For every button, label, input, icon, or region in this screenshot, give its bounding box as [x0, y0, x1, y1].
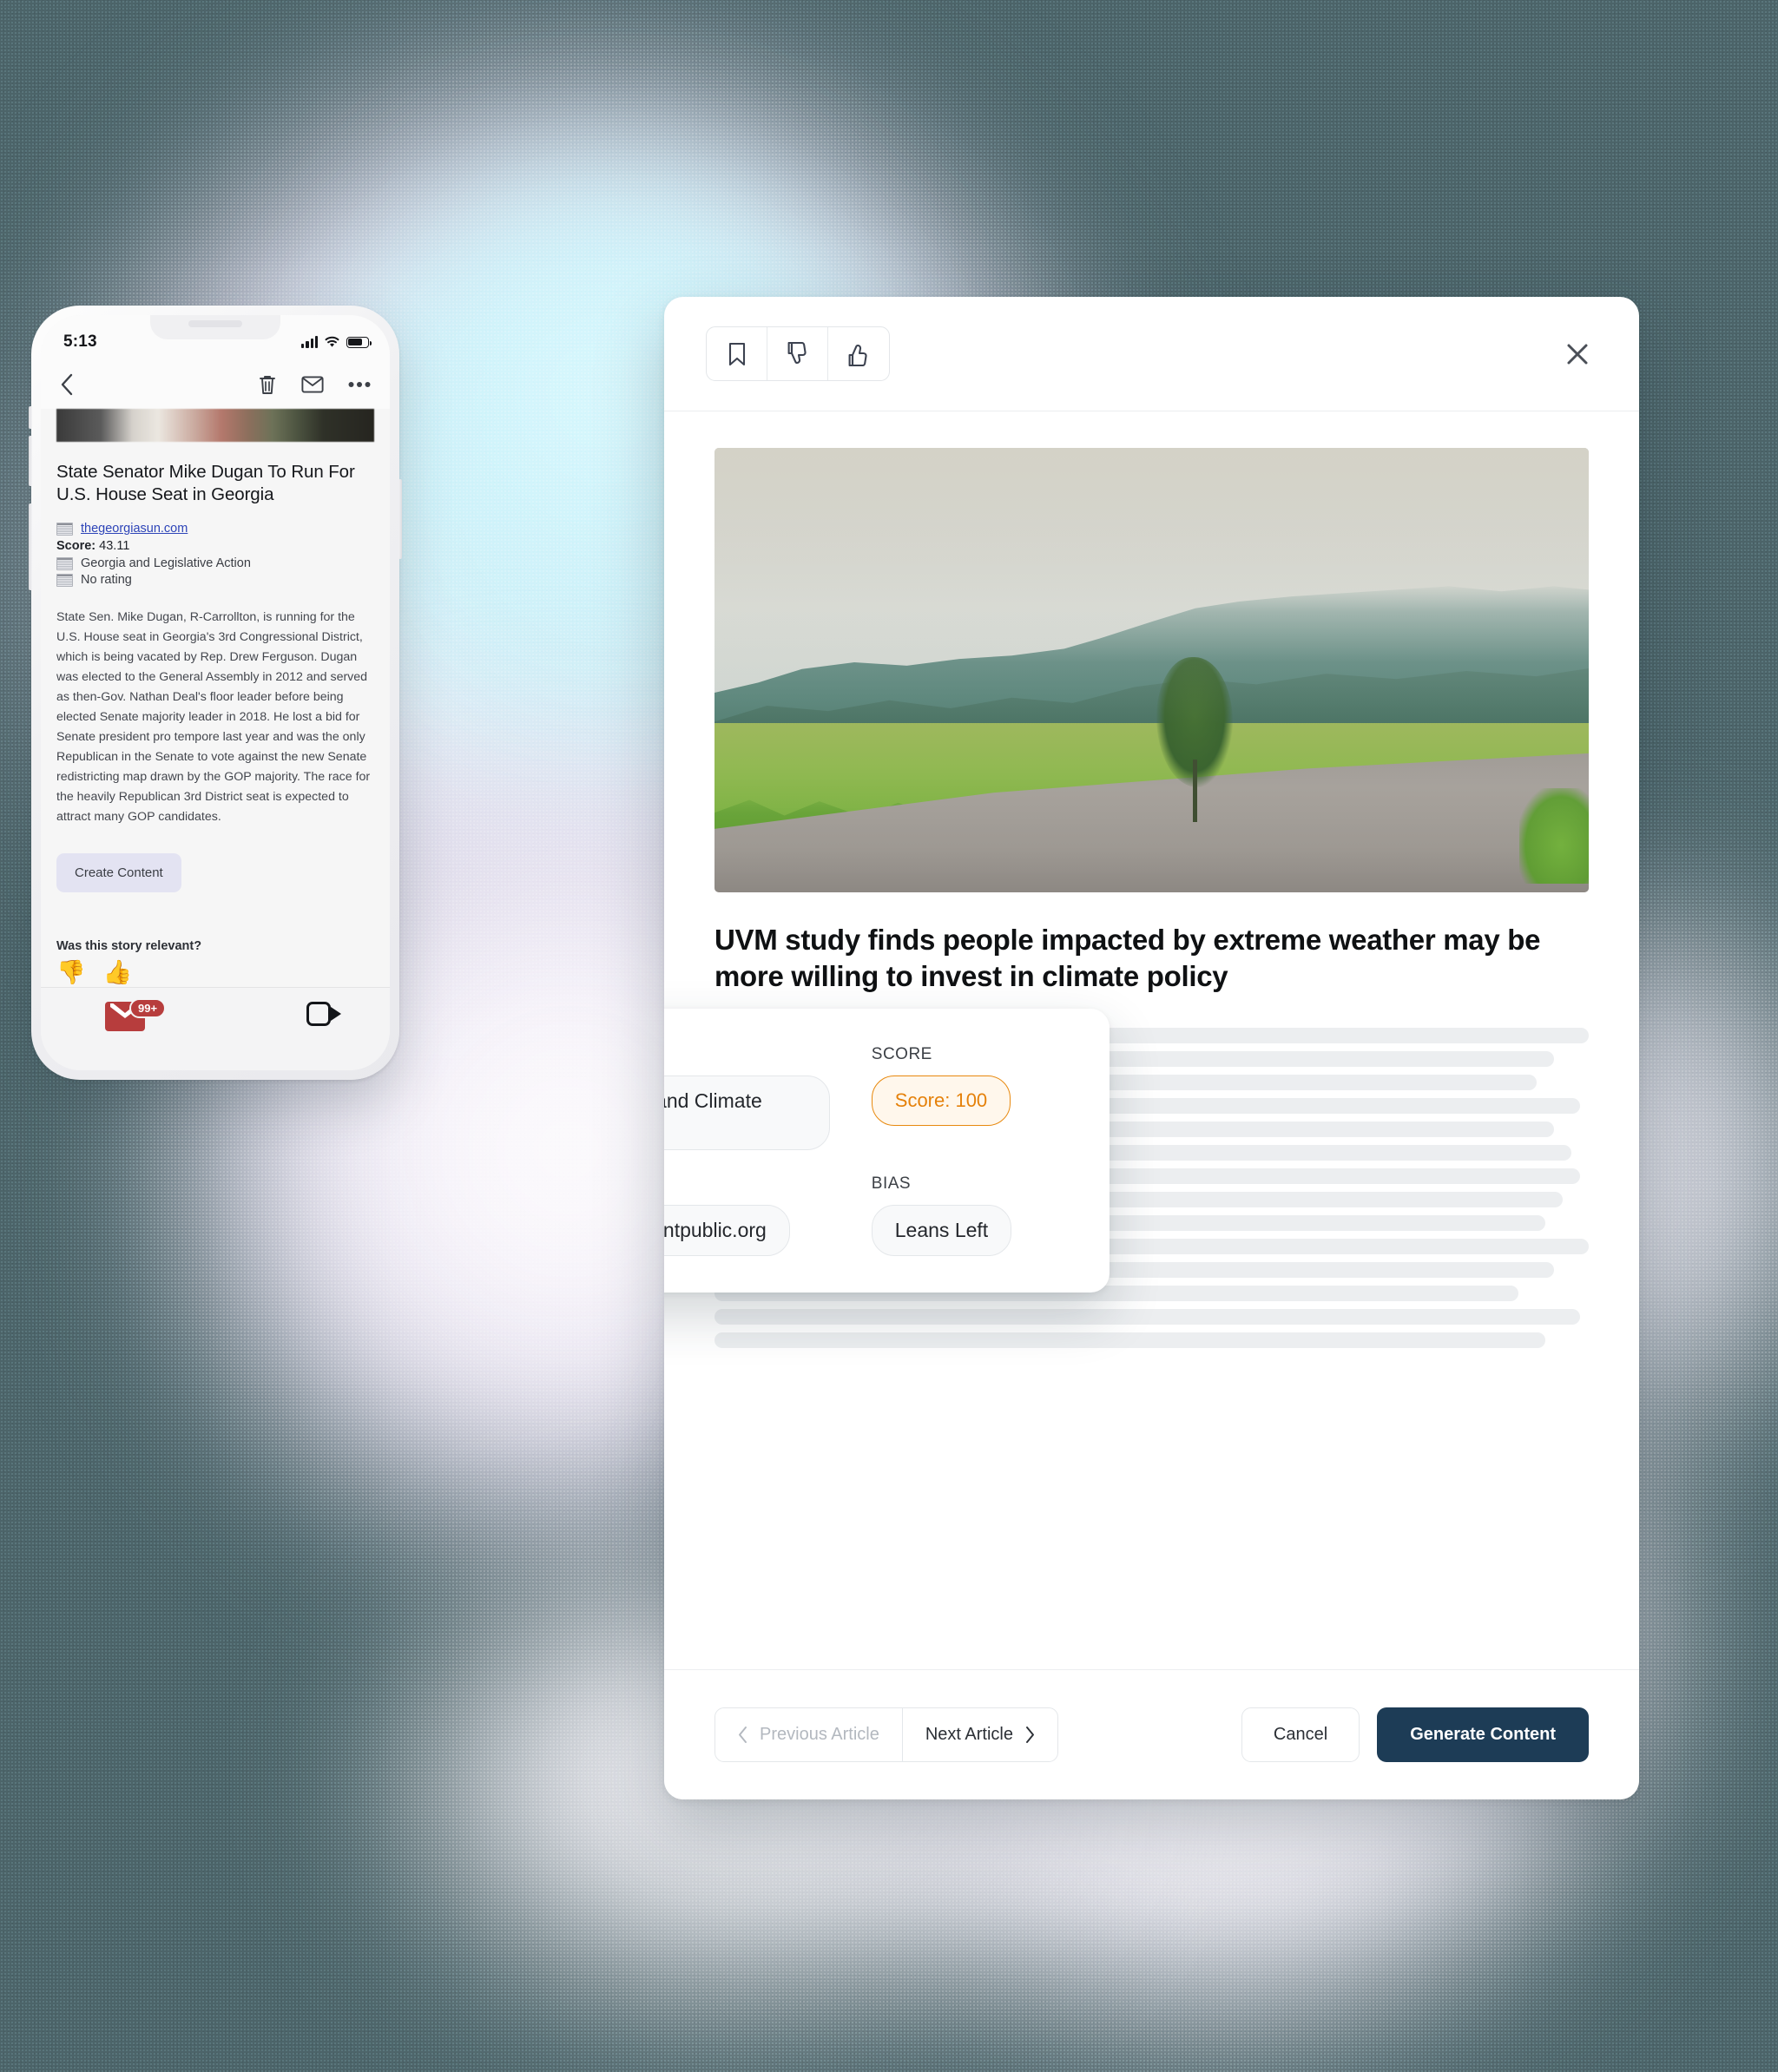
favicon-icon [56, 522, 73, 536]
bias-value: Leans Left [894, 1219, 989, 1241]
bookmark-button[interactable] [707, 327, 767, 380]
close-button[interactable] [1557, 334, 1597, 374]
website-field: WEBSITE vermontpublic.org [664, 1174, 830, 1256]
battery-icon [346, 336, 372, 348]
phone-nav-bar [41, 360, 390, 409]
score-label: SCORE [871, 1045, 932, 1063]
chevron-left-icon[interactable] [60, 373, 74, 396]
score-label: Score: [56, 539, 96, 554]
hero-photo [714, 448, 1589, 892]
thumbs-down-icon [787, 341, 807, 364]
cellular-bars-icon [301, 336, 318, 348]
previous-article-button[interactable]: Previous Article [715, 1708, 903, 1761]
favicon-icon [56, 573, 73, 587]
phone-article-body: State Sen. Mike Dugan, R-Carrollton, is … [56, 610, 371, 825]
generate-content-button[interactable]: Generate Content [1377, 1707, 1589, 1762]
campaign-field: CAMPAIGN Vermont and Climate Change [664, 1045, 830, 1150]
campaign-label: CAMPAIGN [664, 1045, 830, 1064]
article-hero-image [56, 409, 374, 442]
thumbs-down-button[interactable] [767, 327, 828, 380]
phone-speaker [188, 320, 242, 327]
video-camera-icon[interactable] [306, 1002, 341, 1026]
phone-tab-bar: 99+ [41, 987, 390, 1070]
campaign-pill[interactable]: Vermont and Climate Change [664, 1075, 830, 1150]
bias-pill[interactable]: Leans Left [871, 1205, 1012, 1256]
thumbs-up-icon [848, 344, 867, 366]
create-content-button[interactable]: Create Content [56, 853, 181, 893]
trash-icon[interactable] [258, 374, 277, 396]
close-icon [1567, 344, 1588, 364]
score-field: SCORE Score: 100 [871, 1045, 1071, 1150]
score-value: 43.11 [99, 539, 130, 554]
relevance-question: Was this story relevant? [56, 939, 202, 954]
wifi-icon [325, 336, 339, 347]
previous-article-label: Previous Article [760, 1725, 879, 1744]
envelope-icon[interactable] [301, 375, 324, 394]
chevron-right-icon [1026, 1727, 1034, 1743]
modal-header [664, 297, 1639, 411]
modal-footer: Previous Article Next Article Cancel Gen… [664, 1669, 1639, 1799]
envelope-icon[interactable]: 99+ [105, 998, 167, 1031]
campaign-value: Georgia and Legislative Action [81, 556, 251, 571]
source-link[interactable]: thegeorgiasun.com [81, 522, 188, 536]
modal-body: UVM study finds people impacted by extre… [664, 411, 1639, 1669]
rating-row: No rating [56, 573, 374, 587]
thumbs-up-button[interactable] [828, 327, 889, 380]
bookmark-icon [728, 342, 745, 365]
article-actions-group [706, 326, 890, 381]
thumbs-up-icon[interactable]: 👍 [103, 961, 133, 984]
phone-mockup: 5:13 State Senator Mike Dugan To Run For… [29, 306, 402, 1080]
ellipsis-icon[interactable] [348, 381, 371, 388]
phone-silent-switch [29, 406, 32, 429]
rating-value: No rating [81, 573, 132, 588]
phone-notch [150, 315, 280, 339]
modal-article-title: UVM study finds people impacted by extre… [714, 924, 1541, 993]
cancel-button[interactable]: Cancel [1241, 1707, 1360, 1762]
favicon-icon [56, 556, 73, 570]
next-article-button[interactable]: Next Article [903, 1708, 1057, 1761]
thumbs-down-icon[interactable]: 👎 [56, 961, 86, 984]
phone-article-headline: State Senator Mike Dugan To Run For U.S.… [56, 462, 355, 505]
website-pill[interactable]: vermontpublic.org [664, 1205, 790, 1256]
source-row[interactable]: thegeorgiasun.com [56, 522, 374, 536]
bias-field: BIAS Leans Left [871, 1174, 1071, 1256]
status-time: 5:13 [63, 332, 97, 351]
campaign-row: Georgia and Legislative Action [56, 556, 374, 570]
chevron-left-icon [739, 1727, 747, 1743]
score-pill: Score: 100 [871, 1075, 1011, 1126]
article-nav-group: Previous Article Next Article [714, 1707, 1058, 1762]
website-label: WEBSITE [664, 1174, 830, 1194]
phone-power-button [398, 479, 402, 559]
article-metadata-card: CAMPAIGN Vermont and Climate Change SCOR… [664, 1009, 1110, 1293]
phone-score-row: Score: 43.11 [56, 539, 374, 553]
phone-screen: 5:13 State Senator Mike Dugan To Run For… [41, 315, 390, 1070]
next-article-label: Next Article [925, 1725, 1013, 1744]
campaign-value: Vermont and Climate Change [664, 1089, 762, 1112]
score-value: Score: 100 [894, 1089, 988, 1111]
bias-label: BIAS [871, 1174, 912, 1193]
mail-badge: 99+ [129, 998, 167, 1018]
website-value: vermontpublic.org [664, 1219, 767, 1241]
article-detail-modal: UVM study finds people impacted by extre… [664, 297, 1639, 1799]
